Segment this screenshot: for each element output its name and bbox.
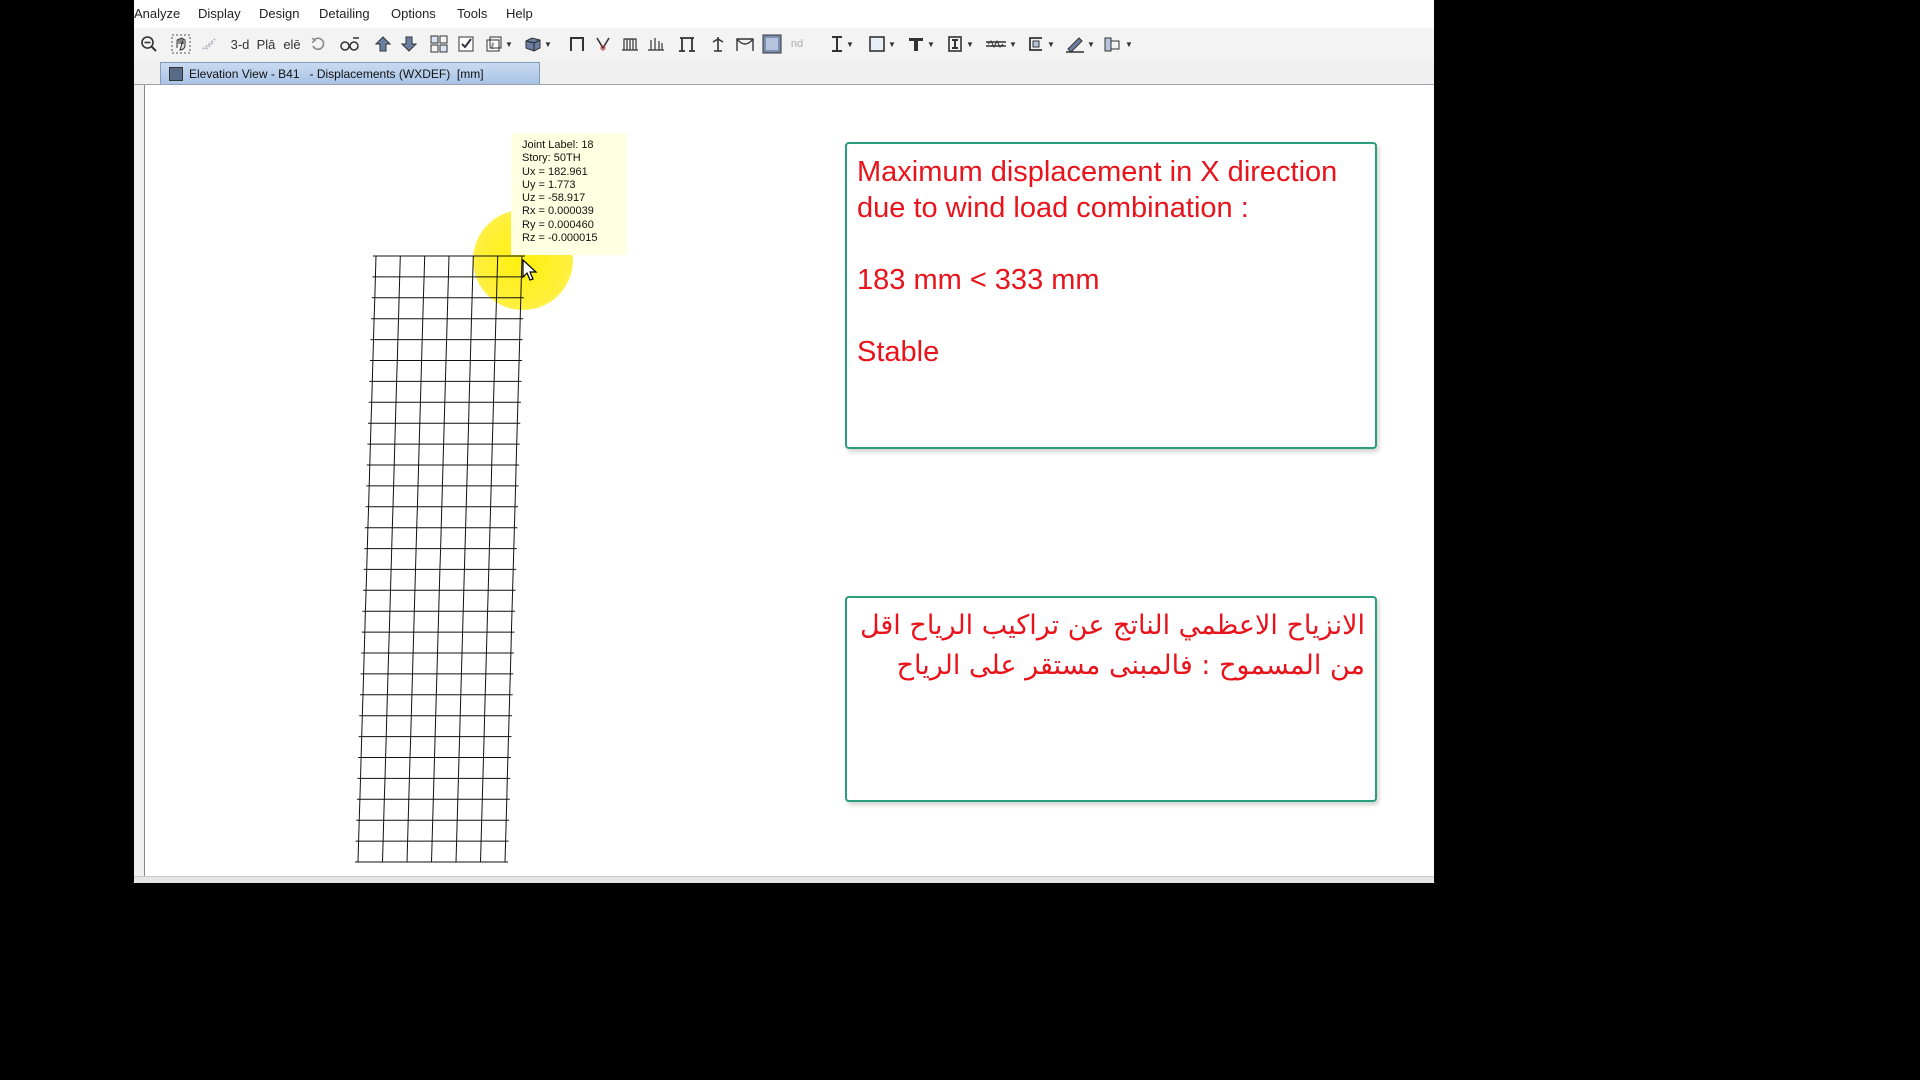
- menu-detailing[interactable]: Detailing: [319, 6, 370, 21]
- mesh-column-line: [406, 255, 426, 863]
- draw-frame-icon[interactable]: [676, 33, 698, 55]
- english-note-box: Maximum displacement in X direction due …: [845, 142, 1377, 449]
- status-bar: [134, 876, 1434, 883]
- set-display-options-icon[interactable]: [455, 33, 477, 55]
- toolbar: 3-d Plā elē ℓ ▼ ▼ nd ▼ ▼ ▼ ▼ ▼ ▼ ▼ ▼: [134, 28, 1434, 61]
- elevation-view-icon[interactable]: elē: [281, 33, 303, 55]
- extrude-icon[interactable]: ▼: [521, 33, 555, 55]
- tooltip-joint-label: Joint Label: 18: [522, 139, 594, 151]
- menu-options[interactable]: Options: [391, 6, 436, 21]
- menu-bar: Analyze Display Design Detailing Options…: [134, 0, 1434, 28]
- tooltip-uy: Uy = 1.773: [522, 178, 576, 191]
- joint-info-tooltip: Joint Label: 18 Story: 50TH Ux = 182.961…: [511, 133, 627, 255]
- tooltip-uz: Uz = -58.917: [522, 192, 586, 205]
- joint-icon[interactable]: [707, 33, 729, 55]
- deformed-shape-icon[interactable]: [592, 33, 614, 55]
- 3d-view-icon[interactable]: 3-d: [228, 33, 252, 55]
- mesh-column-line: [480, 255, 499, 863]
- menu-analyze[interactable]: Analyze: [134, 6, 180, 21]
- reshape-icon[interactable]: ▼: [1100, 33, 1136, 55]
- mesh-column-line: [431, 255, 450, 863]
- area-icon[interactable]: [761, 33, 783, 55]
- frame-icon[interactable]: [566, 33, 588, 55]
- draw-column-icon[interactable]: ▼: [904, 33, 938, 55]
- nd-icon[interactable]: nd: [787, 33, 807, 55]
- mesh-column-line: [504, 255, 523, 863]
- select-icon[interactable]: ℓ ▼: [482, 33, 516, 55]
- reactions-icon[interactable]: [644, 33, 668, 55]
- mesh-column-line: [382, 255, 401, 863]
- rotate-icon[interactable]: [307, 33, 329, 55]
- draw-beam-icon[interactable]: ▼: [826, 33, 858, 55]
- document-tab-strip: Elevation View - B41 - Displacements (WX…: [134, 60, 1434, 85]
- tooltip-ux: Ux = 182.961: [522, 165, 588, 178]
- view-tab-title: Elevation View - B41 - Displacements (WX…: [189, 66, 484, 81]
- tooltip-rx: Rx = 0.000039: [522, 205, 594, 218]
- move-up-icon[interactable]: [372, 33, 394, 55]
- arabic-note-box: الانزياح الاعظمي الناتج عن تراكيب الرياح…: [845, 596, 1377, 802]
- note-heading: Maximum displacement in X direction due …: [857, 156, 1338, 224]
- pen-icon[interactable]: ▼: [1062, 33, 1098, 55]
- mesh-column-line: [357, 255, 377, 863]
- note-comparison: 183 mm < 333 mm: [857, 264, 1100, 296]
- menu-help[interactable]: Help: [506, 6, 533, 21]
- view-window-icon: [169, 66, 183, 81]
- moment-icon[interactable]: [733, 33, 757, 55]
- tooltip-rz: Rz = -0.000015: [522, 232, 598, 245]
- perspective-icon[interactable]: [337, 33, 363, 55]
- pan-icon[interactable]: [169, 33, 193, 55]
- rubber-band-icon[interactable]: [198, 33, 220, 55]
- menu-design[interactable]: Design: [259, 6, 299, 21]
- menu-tools[interactable]: Tools: [457, 6, 487, 21]
- deformed-elevation-mesh[interactable]: [340, 250, 540, 876]
- plan-view-icon[interactable]: Plā: [255, 33, 277, 55]
- tooltip-story: Story: 50TH: [522, 152, 581, 165]
- note-result: Stable: [857, 336, 940, 368]
- zoom-out-icon[interactable]: [138, 33, 160, 55]
- draw-link-icon[interactable]: ▼: [982, 33, 1020, 55]
- object-shrink-icon[interactable]: [428, 33, 450, 55]
- move-down-icon[interactable]: [398, 33, 420, 55]
- elevation-view-tab[interactable]: Elevation View - B41 - Displacements (WX…: [160, 62, 540, 84]
- draw-area-icon[interactable]: ▼: [865, 33, 899, 55]
- tooltip-ry: Ry = 0.000460: [522, 218, 594, 231]
- arabic-note-text: الانزياح الاعظمي الناتج عن تراكيب الرياح…: [859, 610, 1365, 681]
- draw-wall-icon[interactable]: ▼: [1024, 33, 1058, 55]
- mesh-column-line: [455, 255, 474, 863]
- draw-brace-icon[interactable]: ▼: [943, 33, 977, 55]
- forces-icon[interactable]: [618, 33, 642, 55]
- left-panel-edge: [134, 85, 144, 878]
- mouse-cursor-icon: [522, 259, 538, 281]
- menu-display[interactable]: Display: [198, 6, 241, 21]
